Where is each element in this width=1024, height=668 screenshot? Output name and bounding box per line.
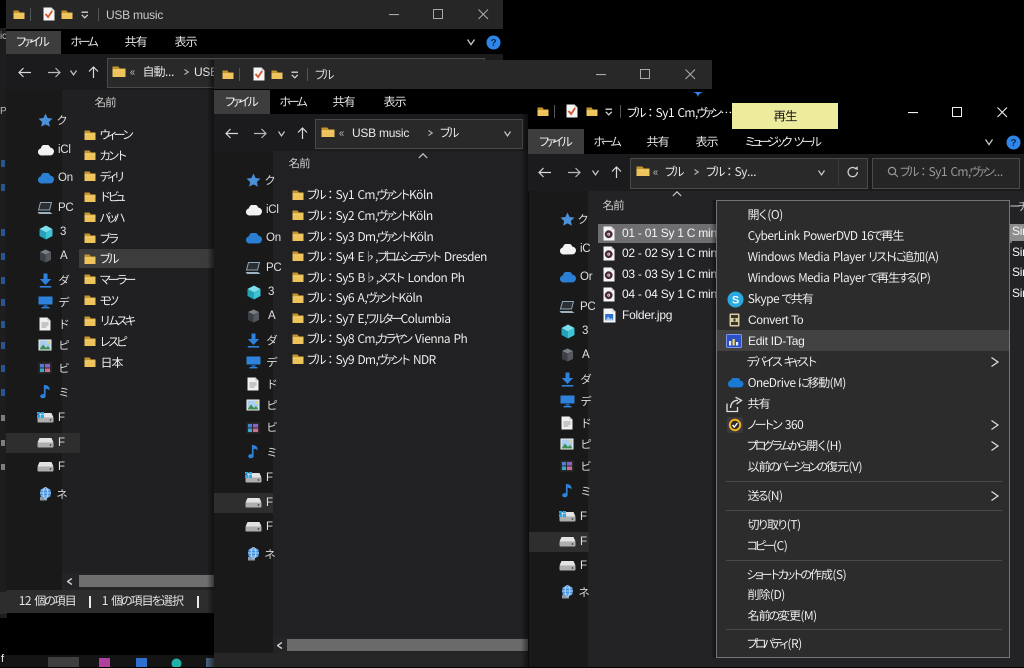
svg-text:?: ?	[490, 38, 496, 49]
svg-text:?: ?	[1010, 138, 1016, 149]
svg-text:S: S	[732, 295, 739, 307]
